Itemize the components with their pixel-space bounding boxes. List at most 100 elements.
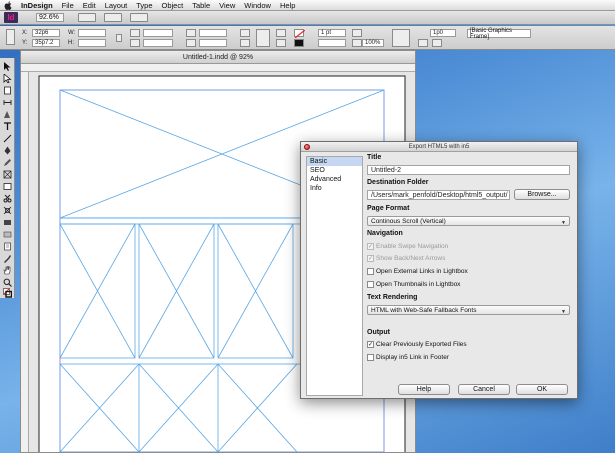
indesign-logo-icon: Id: [4, 12, 18, 23]
menu-edit[interactable]: Edit: [83, 1, 96, 10]
application-bar: Id 92.6%: [0, 11, 615, 25]
zoom-level-field[interactable]: 92.6%: [36, 13, 64, 22]
fill-stroke-swatch-icon[interactable]: [3, 288, 12, 298]
checkbox-icon[interactable]: ✓: [367, 341, 374, 348]
shear-field[interactable]: [199, 39, 227, 47]
chevron-down-icon: ▼: [561, 220, 566, 226]
rotate-icon[interactable]: [186, 29, 196, 37]
menu-help[interactable]: Help: [280, 1, 295, 10]
ok-button[interactable]: OK: [516, 384, 568, 395]
x-position-field[interactable]: 32p6: [32, 29, 60, 37]
gap-tool-icon[interactable]: [3, 98, 12, 107]
type-tool-icon[interactable]: [3, 122, 12, 131]
menu-indesign[interactable]: InDesign: [21, 1, 53, 10]
rotate-field[interactable]: [199, 29, 227, 37]
horizontal-ruler[interactable]: [21, 64, 415, 72]
select-container-icon[interactable]: [276, 29, 286, 37]
shear-icon[interactable]: [186, 39, 196, 47]
page-format-dropdown[interactable]: Continous Scroll (Vertical) ▼: [367, 216, 570, 226]
object-style-dropdown[interactable]: [Basic Graphics Frame]: [467, 28, 531, 40]
rectangle-frame-tool-icon[interactable]: [3, 170, 12, 179]
free-transform-tool-icon[interactable]: [3, 206, 12, 215]
fit-content-icon[interactable]: [432, 39, 442, 47]
nav-item-advanced[interactable]: Advanced: [307, 175, 362, 184]
line-tool-icon[interactable]: [3, 134, 12, 143]
flip-vertical-icon[interactable]: [240, 39, 250, 47]
selection-tool-icon[interactable]: [3, 62, 12, 71]
direct-selection-tool-icon[interactable]: [3, 74, 12, 83]
stroke-weight-field[interactable]: 1 pt: [318, 29, 346, 37]
clear-exported-files-label[interactable]: Clear Previously Exported Files: [376, 341, 467, 348]
destination-folder-input[interactable]: /Users/mark_penfold/Desktop/html5_output…: [367, 190, 510, 200]
open-thumbnails-label[interactable]: Open Thumbnails in Lightbox: [376, 281, 460, 288]
note-tool-icon[interactable]: [3, 242, 12, 251]
display-in5-link-label[interactable]: Display in5 Link in Footer: [376, 354, 449, 361]
fill-swatch-icon[interactable]: [294, 29, 305, 38]
document-title[interactable]: Untitled-1.indd @ 92%: [21, 51, 415, 64]
gradient-swatch-tool-icon[interactable]: [3, 218, 12, 227]
nav-item-info[interactable]: Info: [307, 184, 362, 193]
zoom-tool-icon[interactable]: [3, 278, 12, 287]
rectangle-tool-icon[interactable]: [3, 182, 12, 191]
menu-file[interactable]: File: [62, 1, 74, 10]
arrange-documents-icon[interactable]: [130, 13, 148, 22]
browse-button[interactable]: Browse...: [514, 189, 570, 200]
checkbox-icon[interactable]: [367, 268, 374, 275]
text-rendering-dropdown[interactable]: HTML with Web-Safe Fallback Fonts ▼: [367, 305, 570, 315]
stroke-type-field[interactable]: [318, 39, 346, 47]
stroke-swatch-icon[interactable]: [294, 39, 304, 47]
menu-table[interactable]: Table: [192, 1, 210, 10]
opacity-field[interactable]: 100%: [362, 39, 384, 47]
scale-x-icon[interactable]: [130, 29, 140, 37]
menu-window[interactable]: Window: [244, 1, 271, 10]
apple-icon[interactable]: [4, 0, 12, 10]
reflect-icon[interactable]: [256, 29, 270, 47]
scissors-tool-icon[interactable]: [3, 194, 12, 203]
select-content-icon[interactable]: [276, 39, 286, 47]
view-options-icon[interactable]: [78, 13, 96, 22]
checkbox-icon[interactable]: [367, 281, 374, 288]
close-icon[interactable]: [304, 144, 310, 150]
display-in5-link-checkbox[interactable]: Display in5 Link in Footer: [367, 353, 449, 362]
nav-item-seo[interactable]: SEO: [307, 166, 362, 175]
content-collector-icon[interactable]: [3, 110, 12, 119]
title-input[interactable]: Untitled-2: [367, 165, 570, 175]
gradient-feather-tool-icon[interactable]: [3, 230, 12, 239]
cancel-button[interactable]: Cancel: [458, 384, 510, 395]
screen-mode-icon[interactable]: [104, 13, 122, 22]
vertical-ruler[interactable]: [21, 72, 29, 452]
opacity-icon[interactable]: [352, 39, 362, 47]
clear-exported-files-checkbox[interactable]: ✓ Clear Previously Exported Files: [367, 340, 467, 349]
fitting-icon[interactable]: [418, 39, 428, 47]
open-external-links-label[interactable]: Open External Links in Lightbox: [376, 268, 468, 275]
reference-point-icon[interactable]: [6, 29, 15, 45]
stroke-style-icon[interactable]: [352, 29, 362, 37]
text-rendering-label: Text Rendering: [367, 294, 418, 301]
drop-shadow-icon[interactable]: [392, 29, 410, 47]
pen-tool-icon[interactable]: [3, 146, 12, 155]
nav-item-basic[interactable]: Basic: [307, 157, 362, 166]
open-external-links-checkbox[interactable]: Open External Links in Lightbox: [367, 267, 468, 276]
menu-layout[interactable]: Layout: [105, 1, 128, 10]
checkbox-icon[interactable]: [367, 354, 374, 361]
help-button[interactable]: Help: [398, 384, 450, 395]
menu-view[interactable]: View: [219, 1, 235, 10]
page-tool-icon[interactable]: [3, 86, 12, 95]
scale-y-field[interactable]: [143, 39, 173, 47]
dialog-title-bar[interactable]: Export HTML5 with in5: [301, 142, 577, 152]
height-field[interactable]: [78, 39, 106, 47]
hand-tool-icon[interactable]: [3, 266, 12, 275]
menu-type[interactable]: Type: [136, 1, 152, 10]
scale-x-field[interactable]: [143, 29, 173, 37]
open-thumbnails-checkbox[interactable]: Open Thumbnails in Lightbox: [367, 280, 460, 289]
control-panel: X: 32p6 Y: 35p7.2 W: H: 1 pt 100% 1p0 [B…: [0, 26, 615, 50]
menu-object[interactable]: Object: [162, 1, 184, 10]
flip-horizontal-icon[interactable]: [240, 29, 250, 37]
eyedropper-tool-icon[interactable]: [3, 254, 12, 263]
width-field[interactable]: [78, 29, 106, 37]
frame-gap-field[interactable]: 1p0: [430, 29, 456, 37]
constrain-proportions-icon[interactable]: [116, 34, 122, 42]
scale-y-icon[interactable]: [130, 39, 140, 47]
pencil-tool-icon[interactable]: [3, 158, 12, 167]
y-position-field[interactable]: 35p7.2: [32, 39, 60, 47]
